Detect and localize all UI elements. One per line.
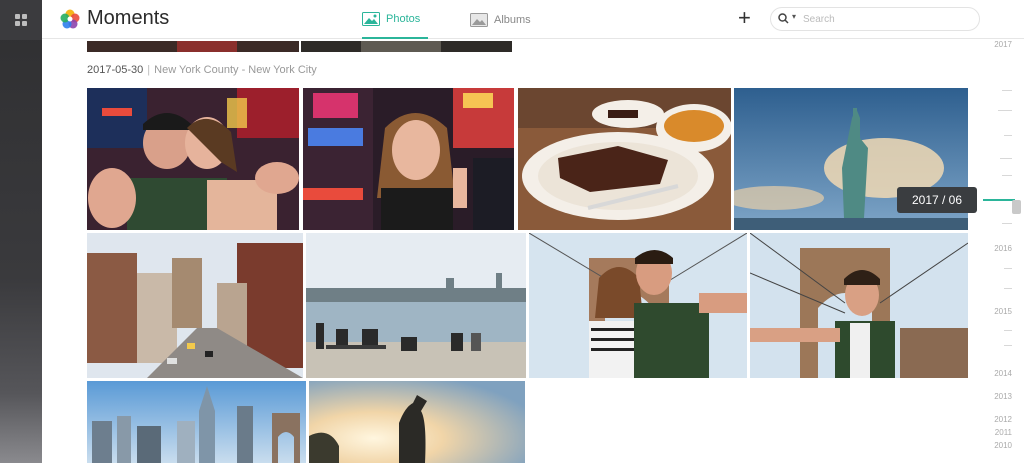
search-box[interactable]: ▾	[770, 7, 980, 31]
timeline-tick	[1004, 345, 1012, 346]
search-icon	[778, 13, 789, 24]
timeline-tick	[1000, 158, 1012, 159]
photo-woman-selfie-neon[interactable]	[303, 88, 514, 230]
menu-grid-button[interactable]	[0, 0, 42, 40]
add-button[interactable]: +	[738, 6, 751, 30]
photo-icon	[362, 11, 380, 26]
timeline-year[interactable]: 2011	[995, 428, 1012, 437]
timeline-tick	[1002, 175, 1012, 176]
photo-manhattan-skyline[interactable]	[87, 381, 306, 463]
timeline-year[interactable]: 2015	[994, 307, 1012, 316]
photo-hiker-sunset[interactable]	[309, 381, 525, 463]
timeline-tick	[1002, 223, 1012, 224]
timeline-tick	[1004, 330, 1012, 331]
photo-couple-brooklyn-bridge[interactable]	[529, 233, 747, 378]
tab-albums-label: Albums	[494, 13, 531, 26]
tab-photos[interactable]: Photos	[362, 0, 428, 39]
timeline-year[interactable]: 2013	[994, 392, 1012, 401]
photo-steak-dinner[interactable]	[518, 88, 731, 230]
timeline-year[interactable]: 2016	[994, 244, 1012, 253]
app-title: Moments	[87, 7, 170, 29]
timeline-tick	[1002, 90, 1012, 91]
separator: |	[147, 64, 151, 76]
grid-icon	[14, 13, 27, 26]
photo-man-brooklyn-bridge[interactable]	[750, 233, 968, 378]
timeline-tick	[1004, 268, 1012, 269]
timeline-year[interactable]: 2017	[994, 40, 1012, 49]
scrollbar-thumb[interactable]	[1012, 200, 1021, 214]
section-date: 2017-05-30	[87, 64, 144, 76]
timeline-tick	[1004, 288, 1012, 289]
section-location: New York County - New York City	[154, 64, 317, 76]
section-header: 2017-05-30 | New York County - New York Ci…	[87, 64, 317, 76]
timeline-date-tooltip: 2017 / 06	[897, 187, 977, 213]
previous-photo[interactable]	[87, 40, 299, 52]
moments-logo-icon	[60, 9, 80, 29]
timeline-tick	[998, 110, 1012, 111]
photo-feed: 2017-05-30 | New York County - New York Ci…	[42, 40, 977, 463]
moments-app: Moments Photos Albums + ▾ Search 2017-05…	[0, 0, 1024, 463]
top-bar: Moments Photos Albums + ▾	[42, 0, 1024, 39]
photo-friends-selfie-times-square[interactable]	[87, 88, 299, 230]
photo-waterfront-skyline[interactable]	[306, 233, 526, 378]
previous-photo[interactable]	[301, 40, 512, 52]
tab-albums[interactable]: Albums	[470, 0, 540, 39]
timeline-scrubber[interactable]: 2017 2016 2015 2014 2013 2012 2011 2010	[977, 40, 1024, 463]
tab-photos-label: Photos	[386, 12, 421, 25]
timeline-year[interactable]: 2010	[994, 441, 1012, 450]
timeline-year[interactable]: 2012	[994, 415, 1012, 424]
chevron-down-icon[interactable]: ▾	[792, 12, 796, 21]
timeline-current-marker	[983, 199, 1015, 201]
search-input[interactable]	[803, 11, 973, 27]
timeline-year[interactable]: 2014	[994, 369, 1012, 378]
album-icon	[470, 12, 488, 27]
timeline-tick	[1004, 135, 1012, 136]
left-rail	[0, 0, 42, 463]
photo-nyc-street[interactable]	[87, 233, 303, 378]
